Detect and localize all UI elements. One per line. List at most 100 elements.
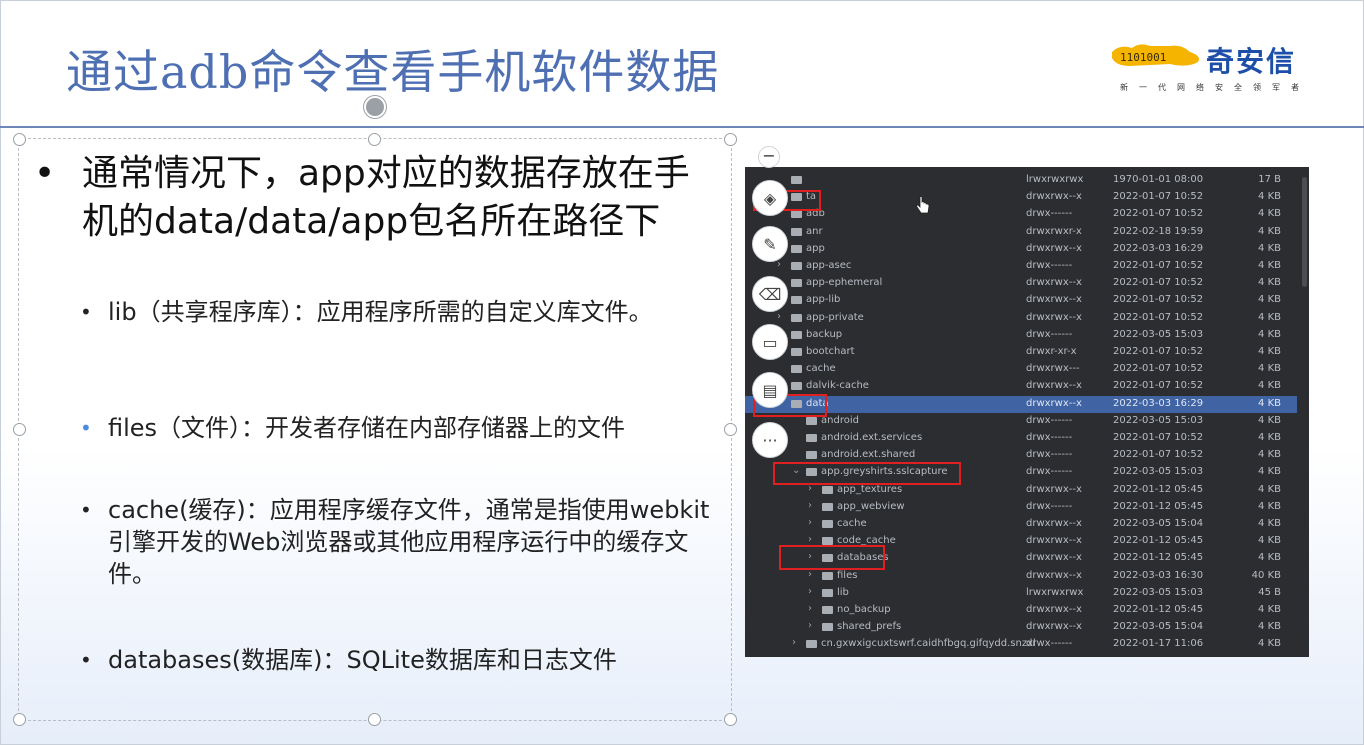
explorer-scrollbar[interactable] xyxy=(1302,177,1307,287)
file-name: app-asec xyxy=(806,260,852,271)
file-permissions: drwxrwx--x xyxy=(1026,397,1082,409)
file-permissions: lrwxrwxrwx xyxy=(1026,174,1084,185)
file-name: no_backup xyxy=(837,604,891,615)
file-date: 2022-03-03 16:29 xyxy=(1113,242,1204,254)
file-row[interactable]: app drwxrwx--x 2022-03-03 16:29 4 KB xyxy=(745,241,1297,258)
file-size: 4 KB xyxy=(1258,432,1281,443)
file-permissions: drwxrwx--x xyxy=(1026,311,1082,323)
file-date: 2022-01-07 10:52 xyxy=(1113,277,1204,289)
file-permissions: drwxrwx--x xyxy=(1026,380,1082,392)
expand-chevron-icon[interactable]: › xyxy=(808,517,812,528)
screen-button[interactable]: ▭ xyxy=(752,324,788,360)
file-row[interactable]: dalvik-cache drwxrwx--x 2022-01-07 10:52 4 … xyxy=(745,378,1297,395)
file-date: 2022-03-03 16:30 xyxy=(1113,569,1204,581)
file-row[interactable]: › cache drwxrwx--x 2022-03-05 15:04 4 KB xyxy=(745,516,1297,533)
file-permissions: drwxrwx--x xyxy=(1026,242,1082,254)
folder-icon xyxy=(822,520,833,528)
folder-icon xyxy=(822,537,833,546)
file-date: 2022-01-12 05:45 xyxy=(1113,552,1204,564)
layers-button[interactable]: ◈ xyxy=(752,180,788,216)
file-date: 2022-01-12 05:45 xyxy=(1113,604,1204,615)
file-row[interactable]: › cn.gxwxigcuxtswrf.caidhfbgq.gifqydd.snz… xyxy=(745,636,1297,653)
device-file-explorer[interactable]: lrwxrwxrwx 1970-01-01 08:00 17 Bta drwxrwx-… xyxy=(745,167,1309,657)
file-date: 2022-03-05 15:03 xyxy=(1113,328,1204,340)
slide-title[interactable]: 通过adb命令查看手机软件数据 xyxy=(66,36,719,102)
document-button[interactable]: ▤ xyxy=(752,372,788,408)
file-size: 4 KB xyxy=(1258,225,1281,237)
file-date: 2022-03-05 15:03 xyxy=(1113,414,1204,426)
expand-chevron-icon[interactable]: › xyxy=(808,500,812,511)
file-name: app xyxy=(806,242,825,254)
file-row[interactable]: › shared_prefs drwxrwx--x 2022-03-05 15:04 4… xyxy=(745,619,1297,636)
file-row[interactable]: data drwxrwx--x 2022-03-03 16:29 4 KB xyxy=(745,395,1297,413)
file-row[interactable]: cache drwxrwx--- 2022-01-07 10:52 4 KB xyxy=(745,361,1297,378)
file-permissions: drwxrwx--x xyxy=(1026,621,1082,633)
resize-handle-ne[interactable] xyxy=(724,133,737,146)
file-row[interactable]: ta drwxrwx--x 2022-01-07 10:52 4 KB xyxy=(745,189,1297,206)
sub-bullet-text: files（文件）：开发者存储在内部存储器上的文件 xyxy=(108,414,626,442)
file-row[interactable]: android.ext.services drwx------ 2022-01-07… xyxy=(745,430,1297,447)
folder-icon xyxy=(822,571,833,580)
file-row[interactable]: android drwx------ 2022-03-05 15:03 4 KB xyxy=(745,413,1297,430)
more-button[interactable]: ··· xyxy=(752,422,788,458)
logo-slogan: 新一代网络安全领军者 xyxy=(1120,83,1310,92)
file-size: 4 KB xyxy=(1258,311,1281,323)
file-size: 4 KB xyxy=(1258,294,1281,306)
file-size: 4 KB xyxy=(1258,500,1281,512)
file-row[interactable]: anr drwxrwxr-x 2022-02-18 19:59 4 KB xyxy=(745,224,1297,241)
file-row[interactable]: bootchart drwxr-xr-x 2022-01-07 10:52 4 KB xyxy=(745,344,1297,361)
resize-handle-w[interactable] xyxy=(13,423,26,436)
logo-mark-text: 1101001 xyxy=(1120,51,1166,64)
expand-chevron-icon[interactable]: › xyxy=(808,620,812,631)
resize-handle-sw[interactable] xyxy=(13,713,26,726)
file-permissions: drwx------ xyxy=(1026,432,1073,443)
file-row[interactable]: › app_webview drwx------ 2022-01-12 05:45 4 … xyxy=(745,499,1297,516)
file-name: app_textures xyxy=(837,483,903,495)
file-row[interactable]: lrwxrwxrwx 1970-01-01 08:00 17 B xyxy=(745,172,1297,189)
rotate-handle[interactable] xyxy=(364,96,386,118)
file-row[interactable]: › files drwxrwx--x 2022-03-03 16:30 40 KB xyxy=(745,568,1297,585)
file-row[interactable]: app-ephemeral drwxrwx--x 2022-01-07 10:52 4… xyxy=(745,275,1297,292)
logo-name: 奇安信 xyxy=(1206,45,1297,78)
file-size: 4 KB xyxy=(1258,328,1281,340)
resize-handle-s[interactable] xyxy=(368,713,381,726)
folder-icon xyxy=(791,296,802,305)
file-date: 2022-01-07 10:52 xyxy=(1113,449,1204,461)
resize-handle-n[interactable] xyxy=(368,133,381,146)
file-row[interactable]: backup drwx------ 2022-03-05 15:03 4 KB xyxy=(745,327,1297,344)
file-name: app-private xyxy=(806,311,864,323)
file-name: lib xyxy=(837,586,849,598)
file-permissions: drwx------ xyxy=(1026,466,1073,478)
expand-chevron-icon[interactable]: › xyxy=(808,603,812,614)
resize-handle-se[interactable] xyxy=(724,713,737,726)
file-permissions: drwxrwx--x xyxy=(1026,535,1082,547)
folder-icon xyxy=(806,640,817,649)
folder-icon xyxy=(806,434,817,442)
file-row[interactable]: › app-private drwxrwx--x 2022-01-07 10:52 4 … xyxy=(745,310,1297,327)
expand-chevron-icon[interactable]: › xyxy=(792,637,796,648)
pen-button[interactable]: ✎ xyxy=(752,226,788,262)
file-size: 4 KB xyxy=(1258,208,1281,220)
annotation-toolbar: ◈ ✎ ⌫ ▭ ▤ ··· xyxy=(752,172,788,462)
file-size: 4 KB xyxy=(1258,621,1281,633)
file-date: 2022-01-07 10:52 xyxy=(1113,432,1204,443)
expand-chevron-icon[interactable]: › xyxy=(808,569,812,580)
resize-handle-nw[interactable] xyxy=(13,133,26,146)
file-row[interactable]: › no_backup drwxrwx--x 2022-01-12 05:45 4 KB xyxy=(745,602,1297,619)
toolbar-collapse-button[interactable]: − xyxy=(758,146,780,168)
file-size: 40 KB xyxy=(1251,569,1281,581)
file-row[interactable]: adb drwx------ 2022-01-07 10:52 4 KB xyxy=(745,206,1297,223)
file-date: 2022-01-07 10:52 xyxy=(1113,208,1204,220)
file-name: cache xyxy=(806,363,836,375)
eraser-button[interactable]: ⌫ xyxy=(752,276,788,312)
logo-mark-icon: 1101001 xyxy=(1112,44,1199,66)
file-name: dalvik-cache xyxy=(806,380,869,392)
file-row[interactable]: › app-asec drwx------ 2022-01-07 10:52 4 KB xyxy=(745,258,1297,275)
file-row[interactable]: app-lib drwxrwx--x 2022-01-07 10:52 4 KB xyxy=(745,292,1297,309)
file-size: 4 KB xyxy=(1258,346,1281,357)
expand-chevron-icon[interactable]: › xyxy=(808,586,812,597)
file-permissions: drwxr-xr-x xyxy=(1026,346,1077,357)
file-row[interactable]: › lib lrwxrwxrwx 2022-03-05 15:03 45 B xyxy=(745,585,1297,602)
file-size: 4 KB xyxy=(1258,260,1281,271)
expand-chevron-icon[interactable]: › xyxy=(808,534,812,545)
